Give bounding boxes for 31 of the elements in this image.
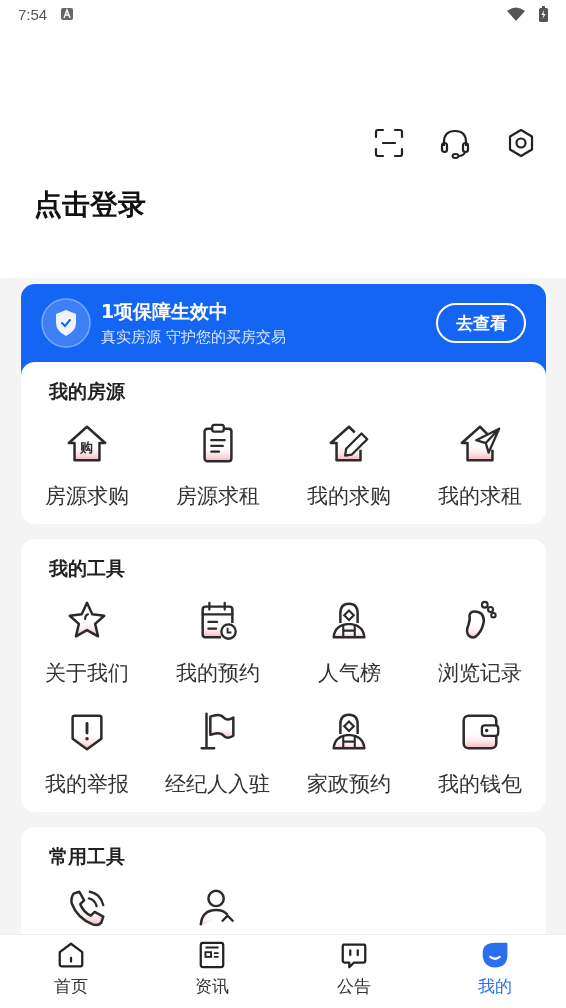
nav-tab[interactable]: 公告: [283, 935, 425, 1008]
section-title: 我的房源: [49, 380, 126, 402]
menu-item-label[interactable]: 我的求租: [438, 484, 523, 508]
battery-icon: [539, 6, 548, 22]
menu-item-label[interactable]: 房源求购: [44, 484, 129, 508]
view-button[interactable]: 去查看: [436, 303, 526, 343]
guarantee-subtitle: 真实房源 守护您的买房交易: [101, 328, 287, 347]
menu-item-label[interactable]: 人气榜: [317, 661, 381, 685]
nav-tab[interactable]: 资讯: [141, 935, 283, 1008]
menu-item-label[interactable]: 经纪人入驻: [165, 772, 271, 796]
menu-item-label[interactable]: 我的预约: [175, 661, 260, 685]
icon-glyph: 购: [79, 440, 95, 455]
notification-icon: [61, 8, 74, 20]
shield-check-icon: [41, 298, 91, 348]
login-link[interactable]: 点击登录: [34, 186, 566, 224]
scan-icon[interactable]: [373, 127, 405, 159]
section-title: 我的工具: [49, 557, 126, 579]
menu-item-label[interactable]: 房源求租: [175, 484, 260, 508]
menu-item-label[interactable]: 我的钱包: [438, 772, 523, 796]
menu-item-label[interactable]: 家政预约: [307, 772, 392, 796]
nav-tab[interactable]: 我的: [424, 935, 566, 1008]
menu-item-label[interactable]: 我的举报: [44, 772, 129, 796]
guarantee-title: 1项保障生效中: [101, 299, 230, 324]
nav-tab[interactable]: 首页: [0, 935, 142, 1008]
headset-icon[interactable]: [439, 127, 471, 159]
menu-item-label[interactable]: 关于我们: [44, 661, 129, 685]
menu-item-label[interactable]: 浏览记录: [438, 661, 523, 685]
wifi-icon: [507, 7, 525, 21]
menu-item-label[interactable]: 我的求购: [307, 484, 392, 508]
section-title: 常用工具: [49, 845, 126, 867]
status-time: 7:54: [18, 5, 48, 23]
